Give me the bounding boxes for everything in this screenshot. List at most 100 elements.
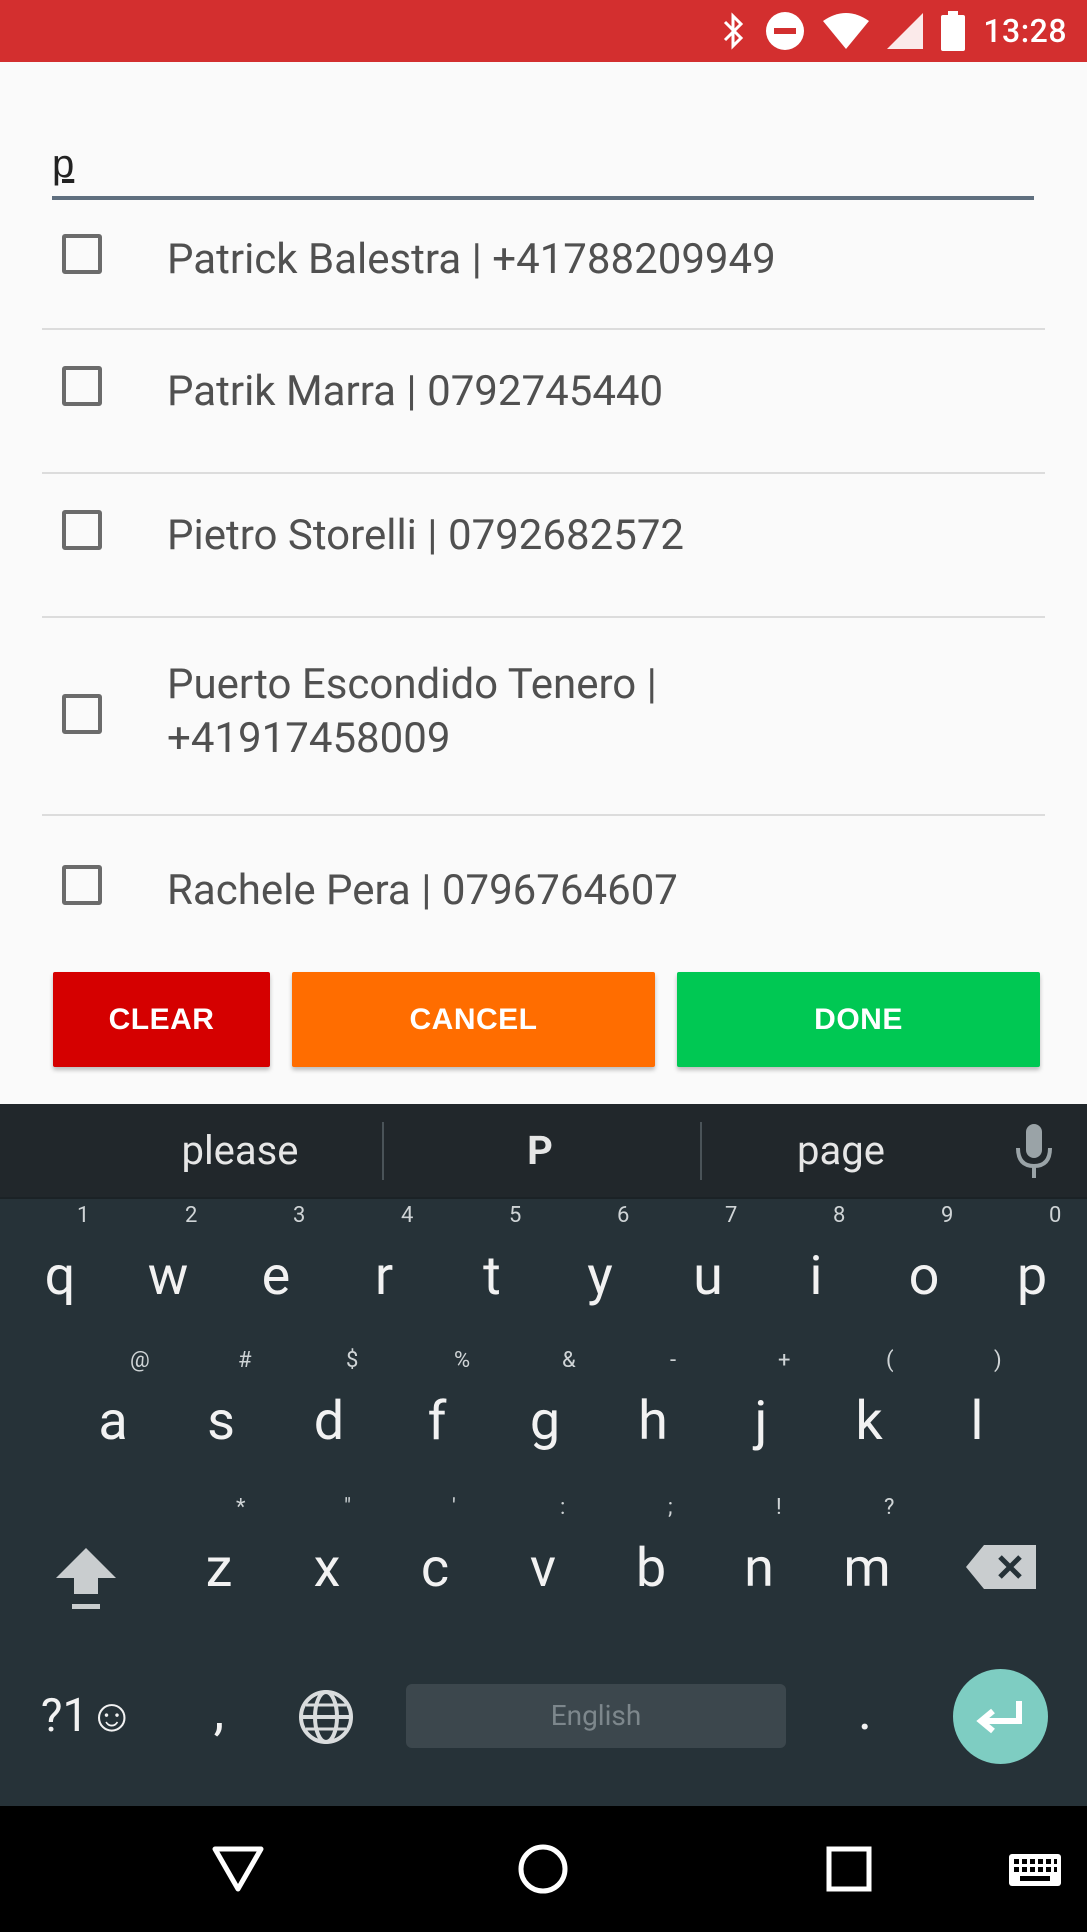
suggestion-strip: please P page	[0, 1104, 1087, 1199]
battery-icon	[941, 11, 966, 51]
key-letter: n	[744, 1537, 774, 1600]
contact-checkbox[interactable]	[62, 510, 102, 550]
key-letter: m	[843, 1537, 891, 1600]
done-button[interactable]: DONE	[677, 972, 1040, 1067]
contact-row[interactable]: Puerto Escondido Tenero | +41917458009	[42, 618, 1045, 816]
key-a[interactable]: @ a	[68, 1348, 158, 1453]
period-key[interactable]: .	[820, 1680, 910, 1743]
key-letter: z	[205, 1537, 233, 1600]
contact-checkbox[interactable]	[62, 694, 102, 734]
key-secondary-label: 5	[509, 1203, 522, 1228]
key-letter: p	[1016, 1245, 1048, 1308]
key-secondary-label: +	[778, 1348, 791, 1373]
key-letter: r	[374, 1245, 394, 1308]
key-i[interactable]: 8i	[771, 1203, 861, 1308]
key-t[interactable]: 5t	[447, 1203, 537, 1308]
key-secondary-label: 7	[725, 1203, 738, 1228]
contact-row[interactable]: Pietro Storelli | 0792682572	[42, 474, 1045, 618]
contact-label: Patrik Marra | 0792745440	[167, 367, 664, 416]
key-f[interactable]: % f	[392, 1348, 482, 1453]
wifi-icon	[823, 13, 870, 49]
key-y[interactable]: 6y	[555, 1203, 645, 1308]
contact-label: Patrick Balestra | +41788209949	[167, 235, 776, 284]
recents-icon[interactable]	[826, 1846, 872, 1892]
key-letter: o	[908, 1245, 940, 1308]
contact-checkbox[interactable]	[62, 865, 102, 905]
key-letter: j	[754, 1390, 768, 1453]
key-secondary-label: :	[560, 1495, 566, 1520]
key-letter: w	[147, 1245, 189, 1308]
key-m[interactable]: ? m	[822, 1495, 912, 1600]
key-letter: x	[313, 1537, 341, 1600]
key-n[interactable]: ! n	[714, 1495, 804, 1600]
key-letter: k	[855, 1390, 883, 1453]
search-field[interactable]	[52, 130, 1034, 200]
contact-checkbox[interactable]	[62, 234, 102, 274]
key-c[interactable]: ' c	[390, 1495, 480, 1600]
key-x[interactable]: " x	[282, 1495, 372, 1600]
search-input[interactable]	[52, 138, 1034, 190]
space-bar[interactable]: English	[406, 1684, 786, 1748]
key-k[interactable]: (k	[824, 1348, 914, 1453]
contact-row[interactable]: Rachele Pera | 0796764607	[42, 816, 1045, 946]
contact-label: Pietro Storelli | 0792682572	[167, 511, 685, 560]
key-secondary-label: "	[344, 1495, 352, 1520]
contact-row[interactable]: Patrik Marra | 0792745440	[42, 330, 1045, 474]
cancel-button[interactable]: CANCEL	[292, 972, 655, 1067]
key-o[interactable]: 9o	[879, 1203, 969, 1308]
key-u[interactable]: 7u	[663, 1203, 753, 1308]
suggestion-divider	[382, 1122, 384, 1180]
contact-checkbox[interactable]	[62, 366, 102, 406]
status-bar: 13:28	[0, 0, 1087, 62]
keyboard-switch-icon[interactable]	[1008, 1853, 1062, 1887]
contact-row[interactable]: Patrick Balestra | +41788209949	[42, 200, 1045, 330]
enter-icon	[976, 1701, 1022, 1734]
contact-label: Puerto Escondido Tenero | +41917458009	[167, 660, 657, 763]
suggestion-please[interactable]: please	[90, 1104, 390, 1197]
symbols-key[interactable]: ?1☺	[38, 1688, 138, 1743]
status-icons: 13:28	[719, 0, 1067, 62]
suggestion-page[interactable]: page	[700, 1104, 982, 1197]
key-secondary-label: 0	[1049, 1203, 1062, 1228]
key-s[interactable]: # s	[176, 1348, 266, 1453]
key-v[interactable]: :v	[498, 1495, 588, 1600]
key-secondary-label: 1	[77, 1203, 90, 1228]
key-h[interactable]: -h	[608, 1348, 698, 1453]
key-p[interactable]: 0p	[987, 1203, 1077, 1308]
key-secondary-label: $	[346, 1348, 359, 1373]
bluetooth-icon	[724, 12, 744, 50]
key-letter: b	[635, 1537, 667, 1600]
key-j[interactable]: + j	[716, 1348, 806, 1453]
key-r[interactable]: 4r	[339, 1203, 429, 1308]
key-z[interactable]: * z	[174, 1495, 264, 1600]
back-icon[interactable]	[212, 1846, 264, 1892]
globe-icon[interactable]	[298, 1689, 354, 1745]
enter-key[interactable]	[953, 1669, 1048, 1764]
clear-button[interactable]: CLEAR	[53, 972, 270, 1067]
key-letter: d	[313, 1390, 345, 1453]
key-secondary-label: ?	[884, 1495, 895, 1520]
key-l[interactable]: ) l	[932, 1348, 1022, 1453]
key-secondary-label: (	[886, 1348, 894, 1373]
key-q[interactable]: 1q	[15, 1203, 105, 1308]
key-e[interactable]: 3e	[231, 1203, 321, 1308]
contact-label: Rachele Pera | 0796764607	[167, 866, 678, 915]
key-letter: v	[529, 1537, 557, 1600]
key-secondary-label: )	[994, 1348, 1002, 1373]
navigation-bar	[0, 1806, 1087, 1932]
status-time: 13:28	[983, 12, 1067, 50]
home-icon[interactable]	[517, 1843, 569, 1895]
comma-key[interactable]: ,	[174, 1680, 264, 1743]
key-g[interactable]: & g	[500, 1348, 590, 1453]
do-not-disturb-icon	[766, 12, 805, 50]
key-b[interactable]: ; b	[606, 1495, 696, 1600]
shift-icon[interactable]	[54, 1544, 118, 1612]
key-letter: s	[207, 1390, 235, 1453]
backspace-icon[interactable]	[966, 1545, 1036, 1589]
suggestion-p[interactable]: P	[390, 1104, 690, 1197]
key-secondary-label: #	[238, 1348, 252, 1373]
key-letter: h	[638, 1390, 668, 1453]
key-d[interactable]: $ d	[284, 1348, 374, 1453]
microphone-icon[interactable]	[1014, 1124, 1054, 1180]
key-w[interactable]: 2w	[123, 1203, 213, 1308]
